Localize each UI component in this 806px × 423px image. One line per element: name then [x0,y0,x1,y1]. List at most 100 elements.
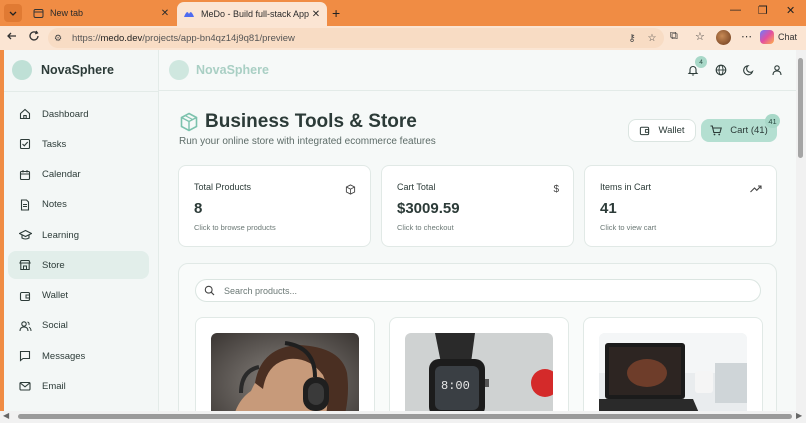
star-bookmark-icon[interactable]: ☆ [644,33,660,44]
sidebar-item-notes[interactable]: Notes [8,191,149,219]
svg-text:8:00: 8:00 [441,379,470,393]
main-content: Business Tools & Store Run your online s… [159,91,802,411]
search-input[interactable] [224,285,724,296]
note-icon [18,198,32,212]
home-icon [18,107,32,121]
sidebar-item-label: Tasks [42,138,67,150]
products-panel: 8:00 [178,263,777,411]
sidebar-item-label: Wallet [42,290,69,301]
browser-tab-active[interactable]: MeDo - Build full-stack Apps With ✕ [177,2,327,26]
stat-card-cart-total[interactable]: Cart Total $3009.59 Click to checkout $ [381,165,574,247]
stat-card-items-in-cart[interactable]: Items in Cart 41 Click to view cart [584,165,777,247]
sidebar-item-label: Store [42,259,65,271]
sidebar-item-dashboard[interactable]: Dashboard [8,100,149,128]
sidebar-item-label: Social [42,320,68,332]
vertical-scrollbar[interactable] [796,50,806,411]
browser-tab-bar: New tab ✕ MeDo - Build full-stack Apps W… [0,0,806,26]
chat-label: Chat [778,32,798,42]
app-header: NovaSphere 4 [159,50,802,91]
url-text: https://medo.dev/projects/app-bn4qz14j9q… [72,32,295,44]
graduation-cap-icon [18,228,32,242]
product-search[interactable] [195,279,761,302]
sidebar-item-tasks[interactable]: Tasks [8,130,149,158]
product-card-headphones[interactable] [195,317,375,411]
scroll-right-icon[interactable]: ▶ [796,411,802,420]
back-arrow-icon[interactable] [6,30,18,45]
sidebar: NovaSphere Dashboard Tasks Calendar Note… [4,50,159,411]
sidebar-nav: Dashboard Tasks Calendar Notes Learning … [8,100,149,403]
box-icon [345,184,356,198]
extensions-puzzle-icon[interactable]: ⧉ [670,30,678,43]
sidebar-item-wallet[interactable]: Wallet [8,282,149,310]
browser-tab-new[interactable]: New tab ✕ [26,2,176,24]
tab-list-button[interactable] [4,4,22,22]
brand-name: NovaSphere [196,63,269,77]
product-card-laptop[interactable] [583,317,763,411]
reload-icon[interactable] [28,30,40,45]
sidebar-item-calendar[interactable]: Calendar [8,161,149,189]
favorites-icon[interactable]: ☆ [695,30,705,43]
product-image-smartwatch: 8:00 [405,333,553,411]
dollar-icon: $ [553,184,559,195]
minimize-icon[interactable]: — [730,4,741,16]
sidebar-item-learning[interactable]: Learning [8,221,149,249]
sidebar-item-store[interactable]: Store [8,251,149,280]
trending-up-icon [750,184,762,197]
profile-avatar[interactable] [716,30,731,45]
close-tab-icon[interactable]: ✕ [158,8,172,19]
sidebar-brand[interactable]: NovaSphere [12,60,114,80]
cart-button-label: Cart (41) [730,125,768,136]
header-brand[interactable]: NovaSphere [169,60,269,80]
scrollbar-thumb[interactable] [18,414,792,419]
stat-label: Items in Cart [600,182,652,192]
key-icon[interactable]: ⚷ [624,33,640,44]
wallet-icon [18,289,32,303]
search-icon [204,285,216,296]
sidebar-item-label: Learning [42,229,79,241]
tab-title: New tab [50,8,84,18]
address-bar[interactable]: ⚙ https://medo.dev/projects/app-bn4qz14j… [48,28,664,48]
brand-name: NovaSphere [41,63,114,77]
stat-value: 41 [600,200,617,217]
stat-value: 8 [194,200,203,217]
sidebar-item-label: Email [42,380,66,392]
shopping-cart-icon [710,125,723,136]
scrollbar-thumb[interactable] [798,58,803,158]
user-profile-icon[interactable] [770,63,784,77]
message-icon [18,349,32,363]
sidebar-item-label: Messages [42,350,86,362]
calendar-icon [18,168,32,182]
stat-card-total-products[interactable]: Total Products 8 Click to browse product… [178,165,371,247]
close-window-icon[interactable]: ✕ [786,4,795,17]
stat-hint: Click to browse products [194,223,276,232]
sidebar-item-label: Notes [42,199,67,211]
wallet-icon [639,125,650,136]
stat-label: Total Products [194,182,252,192]
notification-badge: 4 [695,56,707,68]
medo-favicon-icon [183,8,195,20]
mail-icon [18,379,32,393]
globe-language-icon[interactable] [714,63,728,77]
brand-logo [12,60,32,80]
moon-theme-icon[interactable] [742,63,756,77]
more-menu-icon[interactable]: ⋯ [741,30,752,43]
site-info-icon[interactable]: ⚙ [54,33,66,44]
stat-hint: Click to view cart [600,223,657,232]
wallet-button[interactable]: Wallet [628,119,696,142]
chat-button[interactable]: Chat [760,30,797,44]
stat-value: $3009.59 [397,200,460,217]
new-tab-plus-icon[interactable]: + [332,5,340,21]
page-subtitle: Run your online store with integrated ec… [179,136,436,147]
sidebar-item-email[interactable]: Email [8,372,149,400]
product-card-smartwatch[interactable]: 8:00 [389,317,569,411]
horizontal-scrollbar[interactable]: ◀ ▶ [0,411,806,423]
scroll-left-icon[interactable]: ◀ [3,411,9,420]
sidebar-item-label: Calendar [42,169,81,180]
browser-toolbar: ⚙ https://medo.dev/projects/app-bn4qz14j… [0,26,806,50]
close-tab-icon[interactable]: ✕ [309,9,323,20]
sidebar-item-messages[interactable]: Messages [8,342,149,370]
page-header: Business Tools & Store [179,111,417,133]
restore-window-icon[interactable]: ❐ [758,4,768,17]
chevron-down-icon [9,11,17,16]
sidebar-item-social[interactable]: Social [8,312,149,340]
